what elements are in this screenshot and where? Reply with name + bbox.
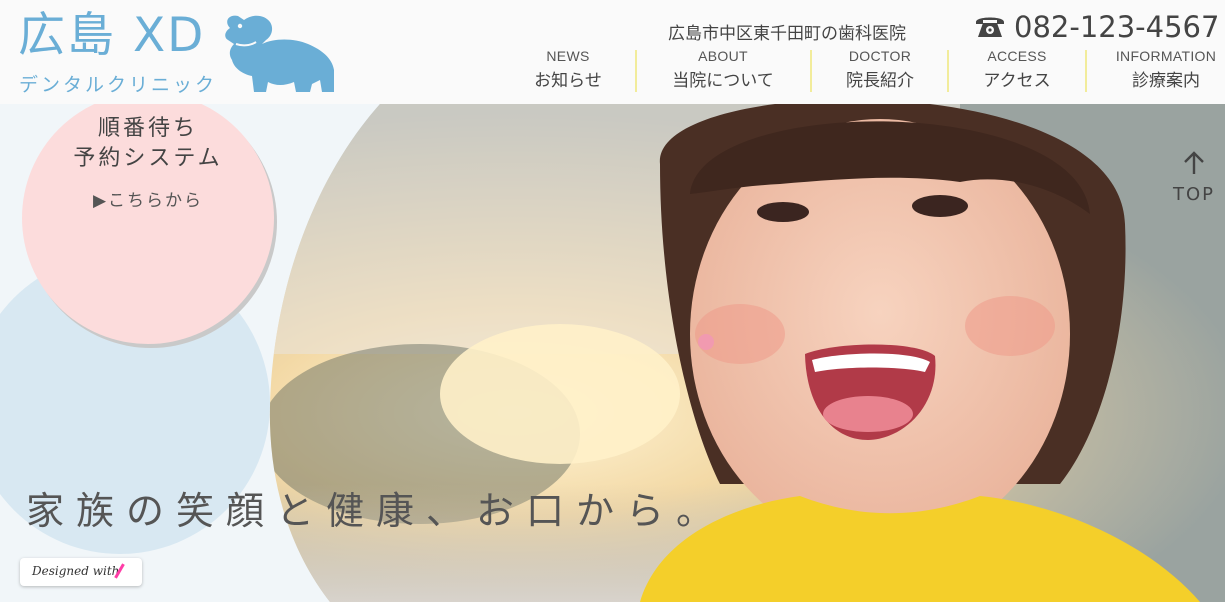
site-header: 広島 XD デンタルクリニック 広島市中区東千田町の歯科医院 082-123-4… [0,0,1225,104]
phone-icon [976,17,1004,37]
nav-item-news[interactable]: NEWS お知らせ [520,48,616,94]
logo-title[interactable]: 広島 XD [18,12,205,59]
hero-tagline: 家族の笑顔と健康、お口から。 [26,489,727,533]
nav-jp-label: お知らせ [534,71,602,91]
phone-text: 082-123-4567 [1014,10,1220,44]
nav-en-label: DOCTOR [848,48,912,64]
arrow-up-icon [1184,151,1204,174]
back-to-top-button[interactable]: TOP [1170,150,1218,205]
nav-jp-label: 診療案内 [1132,71,1200,91]
nav-jp-label: 院長紹介 [846,71,914,91]
clinic-address: 広島市中区東千田町の歯科医院 [668,24,906,44]
designed-with-badge[interactable]: Designed with [20,558,142,586]
nav-item-information[interactable]: INFORMATION 診療案内 [1112,48,1220,94]
hippo-icon[interactable] [222,14,338,94]
nav-en-label: NEWS [546,48,590,64]
logo-subtitle[interactable]: デンタルクリニック [19,70,217,97]
top-label: TOP [1172,184,1216,205]
reserve-line2: 予約システム [73,146,223,171]
phone-number[interactable]: 082-123-4567 [974,10,1219,44]
nav-en-label: INFORMATION [1115,48,1217,64]
nav-item-doctor[interactable]: DOCTOR 院長紹介 [835,48,925,94]
reserve-link: ▶こちらから [92,191,204,211]
nav-item-about[interactable]: ABOUT 当院について [660,48,786,94]
nav-en-label: ABOUT [698,48,748,64]
hero-section: 順番待ち 予約システム ▶こちらから TOP 家族の笑顔と健康、お口から。 De… [0,104,1225,602]
nav-jp-label: 当院について [672,71,774,91]
nav-divider [810,50,812,92]
nav-divider [947,50,949,92]
nav-divider [635,50,637,92]
nav-jp-label: アクセス [983,71,1051,91]
reserve-line1: 順番待ち [97,116,198,141]
nav-en-label: ACCESS [987,48,1047,64]
nav-divider [1085,50,1087,92]
main-nav: NEWS お知らせ ABOUT 当院について DOCTOR 院長紹介 ACCES… [500,48,1225,94]
badge-text: Designed with [32,564,120,578]
nav-item-access[interactable]: ACCESS アクセス [972,48,1062,94]
